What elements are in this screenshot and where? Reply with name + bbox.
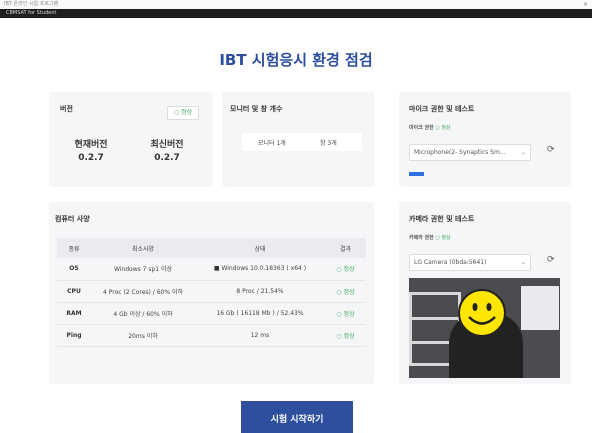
monitor-title: 모니터 및 창 개수 bbox=[230, 105, 283, 113]
camera-card: 카메라 권한 및 테스트 카메라 권한 ○ 정상 LG Camera (0bda… bbox=[399, 202, 571, 384]
camera-device-select[interactable]: LG Camera (0bda:5641) ⌄ bbox=[409, 254, 531, 271]
row-kind: OS bbox=[57, 258, 91, 281]
version-status-badge: ○ 정상 bbox=[167, 106, 199, 120]
row-state: 12 ms bbox=[195, 324, 325, 347]
latest-version: 최신버전 0.2.7 bbox=[137, 137, 197, 163]
refresh-icon[interactable]: ⟳ bbox=[547, 145, 555, 155]
app-subtitle: CBMSAT for Student bbox=[6, 10, 57, 16]
row-result: ○ 정상 bbox=[325, 302, 366, 325]
specs-title: 컴퓨터 사양 bbox=[55, 215, 90, 223]
mic-permission-status: 정상 bbox=[441, 125, 451, 131]
current-version: 현재버전 0.2.7 bbox=[61, 137, 121, 163]
window-title: IBT 온라인 시험 프로그램 bbox=[4, 1, 59, 7]
mic-level-bar bbox=[409, 172, 424, 176]
window-count: 창 3개 bbox=[320, 140, 337, 147]
row-kind: Ping bbox=[57, 324, 91, 347]
row-min: Windows 7 sp1 이상 bbox=[91, 258, 195, 281]
mic-card: 마이크 권한 및 테스트 마이크 권한 ○ 정상 Microphone(2- S… bbox=[399, 92, 571, 187]
refresh-icon[interactable]: ⟳ bbox=[547, 255, 555, 265]
monitor-card: 모니터 및 창 개수 모니터 1개 창 3개 bbox=[222, 92, 374, 187]
row-min: 4 Gb 이상 / 60% 이하 bbox=[91, 302, 195, 325]
specs-table: 종류 최소사양 상태 결과 OS Windows 7 sp1 이상 ■ Wind… bbox=[57, 238, 366, 347]
mic-title: 마이크 권한 및 테스트 bbox=[409, 105, 475, 113]
camera-permission-status: 정상 bbox=[441, 235, 451, 241]
mic-permission: 마이크 권한 ○ 정상 bbox=[409, 124, 451, 131]
row-min: 4 Proc (2 Cores) / 60% 이하 bbox=[91, 280, 195, 303]
check-circle-icon: ○ bbox=[336, 332, 344, 340]
row-result-text: 정상 bbox=[343, 310, 355, 318]
row-state-text: Windows 10.0.18363 ( x64 ) bbox=[221, 265, 307, 273]
row-kind: CPU bbox=[57, 280, 91, 303]
mic-device-select[interactable]: Microphone(2- Synaptics Sm... ⌄ bbox=[409, 144, 531, 161]
header-kind: 종류 bbox=[57, 238, 91, 258]
row-result: ○ 정상 bbox=[325, 280, 366, 303]
current-version-label: 현재버전 bbox=[74, 140, 108, 150]
table-row: OS Windows 7 sp1 이상 ■ Windows 10.0.18363… bbox=[57, 258, 366, 281]
row-state: 8 Proc / 21.54% bbox=[195, 280, 325, 303]
check-circle-icon: ○ bbox=[173, 109, 180, 116]
chevron-down-icon: ⌄ bbox=[520, 259, 526, 266]
specs-card: 컴퓨터 사양 종류 최소사양 상태 결과 OS Windows 7 sp1 이상… bbox=[49, 202, 374, 384]
row-result: ○ 정상 bbox=[325, 258, 366, 281]
window-titlebar: IBT 온라인 시험 프로그램 × bbox=[0, 0, 592, 9]
row-result: ○ 정상 bbox=[325, 324, 366, 347]
check-circle-icon: ○ bbox=[336, 310, 344, 318]
camera-permission-label: 카메라 권한 bbox=[409, 235, 434, 241]
app-header-bar: CBMSAT for Student bbox=[0, 9, 592, 18]
version-card: 버전 ○ 정상 현재버전 0.2.7 최신버전 0.2.7 bbox=[49, 92, 213, 187]
camera-title: 카메라 권한 및 테스트 bbox=[409, 215, 475, 223]
check-circle-icon: ○ bbox=[336, 288, 344, 296]
row-result-text: 정상 bbox=[343, 332, 355, 340]
close-icon[interactable]: × bbox=[583, 0, 588, 9]
monitor-count: 모니터 1개 bbox=[258, 140, 286, 147]
mic-device-value: Microphone(2- Synaptics Sm... bbox=[414, 149, 506, 156]
version-title: 버전 bbox=[60, 105, 73, 113]
camera-permission: 카메라 권한 ○ 정상 bbox=[409, 234, 451, 241]
monitor-info-box: 모니터 1개 창 3개 bbox=[242, 133, 362, 151]
row-min: 20ms 이하 bbox=[91, 324, 195, 347]
latest-version-label: 최신버전 bbox=[150, 140, 184, 150]
table-row: Ping 20ms 이하 12 ms ○ 정상 bbox=[57, 324, 366, 347]
wall-board-graphic bbox=[521, 286, 559, 330]
header-result: 결과 bbox=[325, 238, 366, 258]
windows-icon: ■ bbox=[213, 265, 220, 273]
table-row: CPU 4 Proc (2 Cores) / 60% 이하 8 Proc / 2… bbox=[57, 280, 366, 303]
mic-permission-label: 마이크 권한 bbox=[409, 125, 434, 131]
table-row: RAM 4 Gb 이상 / 60% 이하 16 Gb ( 16118 Mb ) … bbox=[57, 302, 366, 325]
header-min: 최소사양 bbox=[91, 238, 195, 258]
row-result-text: 정상 bbox=[343, 266, 355, 274]
row-state: 16 Gb ( 16118 Mb ) / 52.43% bbox=[195, 302, 325, 325]
header-state: 상태 bbox=[195, 238, 325, 258]
page-title: IBT 시험응시 환경 점검 bbox=[219, 51, 373, 69]
table-header-row: 종류 최소사양 상태 결과 bbox=[57, 238, 366, 258]
check-circle-icon: ○ bbox=[336, 266, 344, 274]
chevron-down-icon: ⌄ bbox=[520, 149, 526, 156]
row-result-text: 정상 bbox=[343, 288, 355, 296]
smiley-face-icon bbox=[458, 289, 506, 337]
version-status-text: 정상 bbox=[181, 109, 193, 116]
camera-preview bbox=[409, 278, 560, 378]
current-version-value: 0.2.7 bbox=[78, 153, 104, 163]
row-kind: RAM bbox=[57, 302, 91, 325]
latest-version-value: 0.2.7 bbox=[154, 153, 180, 163]
start-exam-button[interactable]: 시험 시작하기 bbox=[241, 401, 353, 433]
camera-device-value: LG Camera (0bda:5641) bbox=[414, 259, 487, 266]
row-state: ■ Windows 10.0.18363 ( x64 ) bbox=[195, 258, 325, 281]
